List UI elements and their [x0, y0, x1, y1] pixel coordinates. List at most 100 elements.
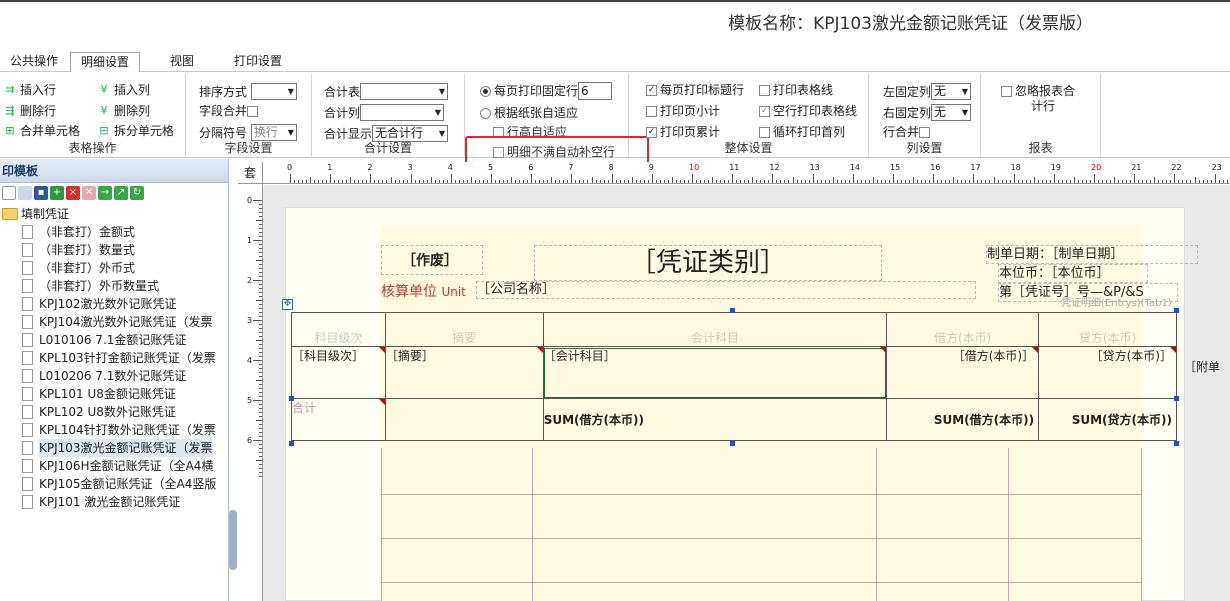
cell-sum-credit[interactable]: SUM(贷方(本币)): [1038, 398, 1177, 441]
header-cell-level[interactable]: 科目级次: [291, 312, 386, 347]
tree-item[interactable]: L010206 7.1数外记账凭证: [0, 367, 228, 385]
resize-handle[interactable]: [730, 308, 735, 313]
currency-field[interactable]: 本位币：［本位币］: [998, 264, 1148, 283]
resize-handle[interactable]: [1174, 396, 1179, 401]
attachment-field[interactable]: ［附单: [1184, 358, 1220, 375]
empty-row-lines-checkbox[interactable]: ✓: [759, 105, 770, 117]
ruler-tick-label: 13: [809, 163, 820, 172]
void-field[interactable]: ［作废］: [381, 245, 483, 275]
export-icon[interactable]: ↗: [114, 186, 128, 200]
fixed-rows-option[interactable]: 每页打印固定行 6: [480, 82, 613, 100]
page-subtotal-option[interactable]: 打印页小计: [646, 103, 720, 119]
import-icon[interactable]: →: [98, 186, 112, 200]
split-cells-button[interactable]: ⊟ 拆分单元格: [96, 123, 174, 139]
design-canvas[interactable]: ［作废］ ［凭证类别］ 核算单位 Unit ［公司名称］ 制单日期：［制单日期］…: [263, 185, 1230, 601]
field-merge-checkbox[interactable]: [247, 105, 259, 117]
tree-item[interactable]: KPJ102激光数外记账凭证: [0, 295, 228, 313]
new-doc-icon[interactable]: [2, 186, 16, 200]
tree-item[interactable]: KPL103针打金额记账凭证（发票: [0, 349, 228, 367]
resize-handle[interactable]: [730, 441, 735, 446]
open-icon[interactable]: [18, 186, 32, 200]
total-table-select[interactable]: [360, 83, 449, 100]
voucher-type-field[interactable]: ［凭证类别］: [534, 245, 882, 281]
insert-col-button[interactable]: ¥ 插入列: [96, 82, 151, 98]
ruler-tick: [346, 180, 348, 183]
delete-row-button[interactable]: ⇶ 删除行: [2, 103, 56, 119]
resize-handle[interactable]: [1174, 308, 1179, 313]
tab-view[interactable]: 视图: [160, 52, 204, 72]
cell-level[interactable]: ［科目级次］: [291, 346, 386, 399]
cell-account[interactable]: ［会计科目］: [542, 346, 888, 399]
cell-sum-debit-account[interactable]: SUM(借方(本币)): [542, 398, 888, 441]
cell-debit[interactable]: ［借方(本币)］: [886, 346, 1040, 399]
print-title-rows-option[interactable]: ✓ 每页打印标题行: [646, 82, 744, 98]
sidebar-splitter[interactable]: [229, 510, 237, 570]
ruler-tick: [679, 180, 681, 183]
adapt-paper-option[interactable]: 根据纸张自适应: [480, 105, 578, 121]
row-merge-checkbox[interactable]: [919, 126, 931, 138]
header-cell-debit[interactable]: 借方(本币): [886, 312, 1040, 347]
resize-handle[interactable]: [289, 441, 294, 446]
tree-root[interactable]: 填制凭证: [0, 205, 228, 223]
cell-summary[interactable]: ［摘要］: [384, 346, 544, 399]
fixed-rows-input[interactable]: 6: [578, 82, 613, 100]
total-col-select[interactable]: [360, 104, 445, 121]
page-cumulative-option[interactable]: ✓ 打印页累计: [646, 124, 720, 140]
tab-common-ops[interactable]: 公共操作: [0, 52, 68, 72]
resize-handle[interactable]: [289, 396, 294, 401]
tree-item[interactable]: KPJ106H金额记账凭证（全A4横: [0, 457, 228, 475]
ruler-tick: [374, 180, 376, 183]
tree-item[interactable]: L010106 7.1金额记账凭证: [0, 331, 228, 349]
tree-item[interactable]: KPL101 U8金额记账凭证: [0, 385, 228, 403]
print-table-lines-option[interactable]: 打印表格线: [759, 82, 833, 98]
fixed-rows-radio[interactable]: [480, 85, 491, 97]
tab-detail-settings[interactable]: 明细设置: [70, 52, 141, 73]
tree-item[interactable]: （非套打）外币数量式: [0, 277, 228, 295]
ruler-tick: [259, 352, 262, 353]
cell-credit[interactable]: ［贷方(本币)］: [1038, 346, 1177, 399]
right-fixed-select[interactable]: 无: [931, 104, 972, 121]
voucher-date-field[interactable]: 制单日期：［制单日期］: [986, 245, 1198, 264]
ruler-tick: [1154, 177, 1156, 183]
insert-row-button[interactable]: ⇉ 插入行: [2, 82, 56, 98]
cell-sum-debit[interactable]: SUM(借方(本币)): [886, 398, 1040, 441]
tree-item[interactable]: （非套打）数量式: [0, 241, 228, 259]
cell-total-summary[interactable]: [384, 398, 544, 441]
ruler-tick: [406, 180, 408, 183]
tree-item[interactable]: KPL104针打数外记账凭证（发票: [0, 421, 228, 439]
loop-first-col-checkbox[interactable]: [759, 126, 770, 138]
adapt-paper-radio[interactable]: [480, 107, 491, 119]
company-field[interactable]: ［公司名称］: [476, 281, 976, 299]
header-cell-credit[interactable]: 贷方(本币): [1038, 312, 1177, 347]
page-subtotal-checkbox[interactable]: [646, 105, 657, 117]
cell-total-label[interactable]: 合计: [291, 398, 386, 441]
delete-icon[interactable]: ×: [66, 186, 80, 200]
page-cumulative-checkbox[interactable]: ✓: [646, 126, 657, 138]
loop-first-col-option[interactable]: 循环打印首列: [759, 124, 845, 140]
header-cell-account[interactable]: 会计科目: [542, 312, 888, 347]
left-fixed-select[interactable]: 无: [931, 83, 972, 100]
ignore-total-checkbox[interactable]: [1001, 85, 1012, 97]
tree-item[interactable]: （非套打）外币式: [0, 259, 228, 277]
resize-handle[interactable]: [1174, 441, 1179, 446]
refresh-icon[interactable]: ↻: [130, 186, 144, 200]
tree-item[interactable]: KPL102 U8数外记账凭证: [0, 403, 228, 421]
tree-item[interactable]: （非套打）金额式: [0, 223, 228, 241]
move-handle-icon[interactable]: ✥: [282, 299, 293, 310]
tree-item[interactable]: KPJ101 激光金额记账凭证: [0, 493, 228, 511]
sort-select[interactable]: [250, 83, 297, 100]
tab-print-settings[interactable]: 打印设置: [224, 52, 292, 72]
merge-cells-button[interactable]: ⊞ 合并单元格: [2, 123, 80, 139]
add-icon[interactable]: +: [50, 186, 64, 200]
ignore-total-option[interactable]: 忽略报表合: [1001, 83, 1075, 99]
print-title-rows-checkbox[interactable]: ✓: [646, 84, 657, 96]
delete-col-button[interactable]: ¥ 删除列: [96, 103, 151, 119]
remove-icon[interactable]: ✕: [82, 186, 96, 200]
tree-item[interactable]: KPJ104激光数外记账凭证（发票: [0, 313, 228, 331]
tree-item[interactable]: KPJ105金额记账凭证（全A4竖版: [0, 475, 228, 493]
save-icon[interactable]: ▪: [34, 186, 48, 200]
header-cell-summary[interactable]: 摘要: [384, 312, 544, 347]
print-table-lines-checkbox[interactable]: [759, 84, 770, 96]
empty-row-lines-option[interactable]: ✓ 空行打印表格线: [759, 103, 857, 119]
tree-item[interactable]: KPJ103激光金额记账凭证（发票: [0, 439, 228, 457]
